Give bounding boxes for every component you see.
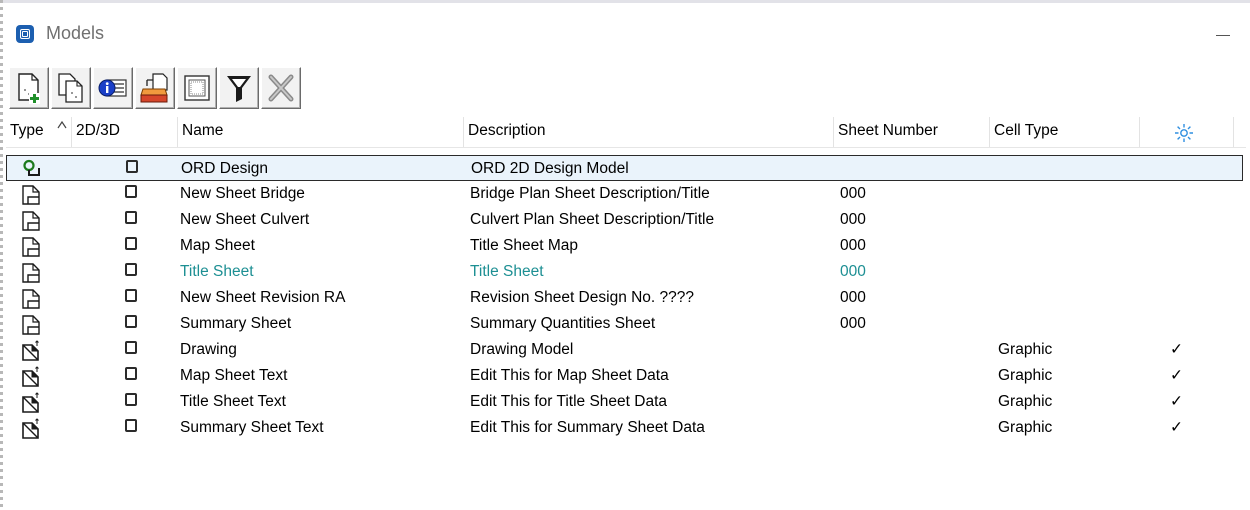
import-tray-icon bbox=[140, 73, 168, 103]
attributes-button[interactable] bbox=[177, 67, 217, 109]
sort-ascending-icon bbox=[57, 120, 67, 129]
model-name: Drawing bbox=[180, 341, 237, 358]
dimension-2d-icon bbox=[125, 211, 137, 224]
sheet-number: 000 bbox=[840, 315, 866, 332]
drawing-model-icon bbox=[20, 418, 42, 444]
column-header-type[interactable]: Type bbox=[6, 117, 72, 147]
filter-button[interactable] bbox=[219, 67, 259, 109]
model-row[interactable]: Summary Sheet Summary Quantities Sheet 000 bbox=[6, 311, 1246, 337]
model-name: New Sheet Revision RA bbox=[180, 289, 346, 306]
checkmark-icon: ✓ bbox=[1170, 367, 1183, 384]
column-header: Type 2D/3D Name Description Sheet Number… bbox=[6, 117, 1246, 148]
dimension-2d-icon bbox=[125, 419, 137, 432]
minimize-button[interactable] bbox=[1208, 16, 1238, 46]
model-row[interactable]: New Sheet Culvert Culvert Plan Sheet Desc… bbox=[6, 207, 1246, 233]
model-description: Edit This for Map Sheet Data bbox=[470, 367, 669, 384]
model-description: Title Sheet bbox=[470, 263, 544, 280]
model-row[interactable]: New Sheet Bridge Bridge Plan Sheet Descri… bbox=[6, 181, 1246, 207]
dimension-2d-icon bbox=[125, 237, 137, 250]
column-header-2d3d[interactable]: 2D/3D bbox=[72, 117, 178, 147]
create-model-button[interactable] bbox=[9, 67, 49, 109]
column-header-sheet-number[interactable]: Sheet Number bbox=[834, 117, 990, 147]
model-row[interactable]: ORD Design ORD 2D Design Model bbox=[6, 155, 1243, 181]
delete-button[interactable] bbox=[261, 67, 301, 109]
model-row[interactable]: Map Sheet Title Sheet Map 000 bbox=[6, 233, 1246, 259]
window-left-edge bbox=[0, 0, 3, 510]
funnel-filter-icon bbox=[227, 76, 251, 102]
model-name: Summary Sheet bbox=[180, 315, 292, 332]
import-model-button[interactable] bbox=[135, 67, 175, 109]
models-app-icon bbox=[16, 25, 34, 43]
model-name: Summary Sheet Text bbox=[180, 419, 324, 436]
model-row[interactable]: New Sheet Revision RA Revision Sheet Desi… bbox=[6, 285, 1246, 311]
model-description: Title Sheet Map bbox=[470, 237, 578, 254]
model-row[interactable]: Drawing Drawing Model Graphic ✓ bbox=[6, 337, 1246, 363]
cell-type: Graphic bbox=[998, 419, 1053, 436]
cell-type: Graphic bbox=[998, 367, 1053, 384]
model-row[interactable]: Title Sheet Text Edit This for Title Shee… bbox=[6, 389, 1246, 415]
checkmark-icon: ✓ bbox=[1170, 393, 1183, 410]
model-name: New Sheet Bridge bbox=[180, 185, 305, 202]
model-description: Revision Sheet Design No. ???? bbox=[470, 289, 695, 306]
cell-type: Graphic bbox=[998, 393, 1053, 410]
checkmark-icon: ✓ bbox=[1170, 419, 1183, 436]
copy-model-button[interactable] bbox=[51, 67, 91, 109]
title-bar: Models bbox=[8, 6, 1250, 58]
model-name: Map Sheet Text bbox=[180, 367, 288, 384]
delete-x-icon bbox=[268, 74, 294, 102]
model-row[interactable]: Title Sheet Title Sheet 000 bbox=[6, 259, 1246, 285]
model-name: Map Sheet bbox=[180, 237, 255, 254]
properties-info-icon bbox=[98, 79, 127, 97]
column-label-cell-type: Cell Type bbox=[994, 122, 1059, 139]
sun-display-icon bbox=[1175, 124, 1193, 142]
new-document-plus-icon bbox=[18, 73, 40, 104]
frame-icon bbox=[184, 75, 210, 101]
toolbar bbox=[9, 67, 303, 113]
cell-type: Graphic bbox=[998, 341, 1053, 358]
model-description: Edit This for Title Sheet Data bbox=[470, 393, 668, 410]
window-top-edge bbox=[0, 0, 1250, 3]
dimension-2d-icon bbox=[126, 160, 138, 173]
column-label-description: Description bbox=[468, 122, 546, 139]
sheet-number: 000 bbox=[840, 185, 866, 202]
model-description: Drawing Model bbox=[470, 341, 574, 358]
dimension-2d-icon bbox=[125, 341, 137, 354]
model-row[interactable]: Summary Sheet Text Edit This for Summary … bbox=[6, 415, 1246, 441]
dimension-2d-icon bbox=[125, 367, 137, 380]
sheet-number: 000 bbox=[840, 289, 866, 306]
column-header-description[interactable]: Description bbox=[464, 117, 834, 147]
model-description: Bridge Plan Sheet Description/Title bbox=[470, 185, 710, 202]
sheet-number: 000 bbox=[840, 211, 866, 228]
dimension-2d-icon bbox=[125, 185, 137, 198]
column-label-2d3d: 2D/3D bbox=[76, 122, 120, 139]
dimension-2d-icon bbox=[125, 393, 137, 406]
model-description: Culvert Plan Sheet Description/Title bbox=[470, 211, 715, 228]
column-label-sheet-number: Sheet Number bbox=[838, 122, 938, 139]
model-name: Title Sheet Text bbox=[180, 393, 286, 410]
model-row[interactable]: Map Sheet Text Edit This for Map Sheet Da… bbox=[6, 363, 1246, 389]
dimension-2d-icon bbox=[125, 263, 137, 276]
copy-document-icon bbox=[58, 73, 83, 103]
column-header-name[interactable]: Name bbox=[178, 117, 464, 147]
dimension-2d-icon bbox=[125, 289, 137, 302]
checkmark-icon: ✓ bbox=[1170, 341, 1183, 358]
model-description: Edit This for Summary Sheet Data bbox=[470, 419, 705, 436]
sheet-number: 000 bbox=[840, 237, 866, 254]
model-name: ORD Design bbox=[181, 160, 268, 177]
column-label-type: Type bbox=[10, 122, 44, 139]
column-header-cell-type[interactable]: Cell Type bbox=[990, 117, 1140, 147]
model-name: Title Sheet bbox=[180, 263, 254, 280]
sheet-number: 000 bbox=[840, 263, 866, 280]
model-description: ORD 2D Design Model bbox=[471, 160, 629, 177]
model-name: New Sheet Culvert bbox=[180, 211, 310, 228]
dimension-2d-icon bbox=[125, 315, 137, 328]
model-properties-button[interactable] bbox=[93, 67, 133, 109]
model-description: Summary Quantities Sheet bbox=[470, 315, 656, 332]
column-label-name: Name bbox=[182, 122, 224, 139]
window-title: Models bbox=[46, 23, 105, 43]
